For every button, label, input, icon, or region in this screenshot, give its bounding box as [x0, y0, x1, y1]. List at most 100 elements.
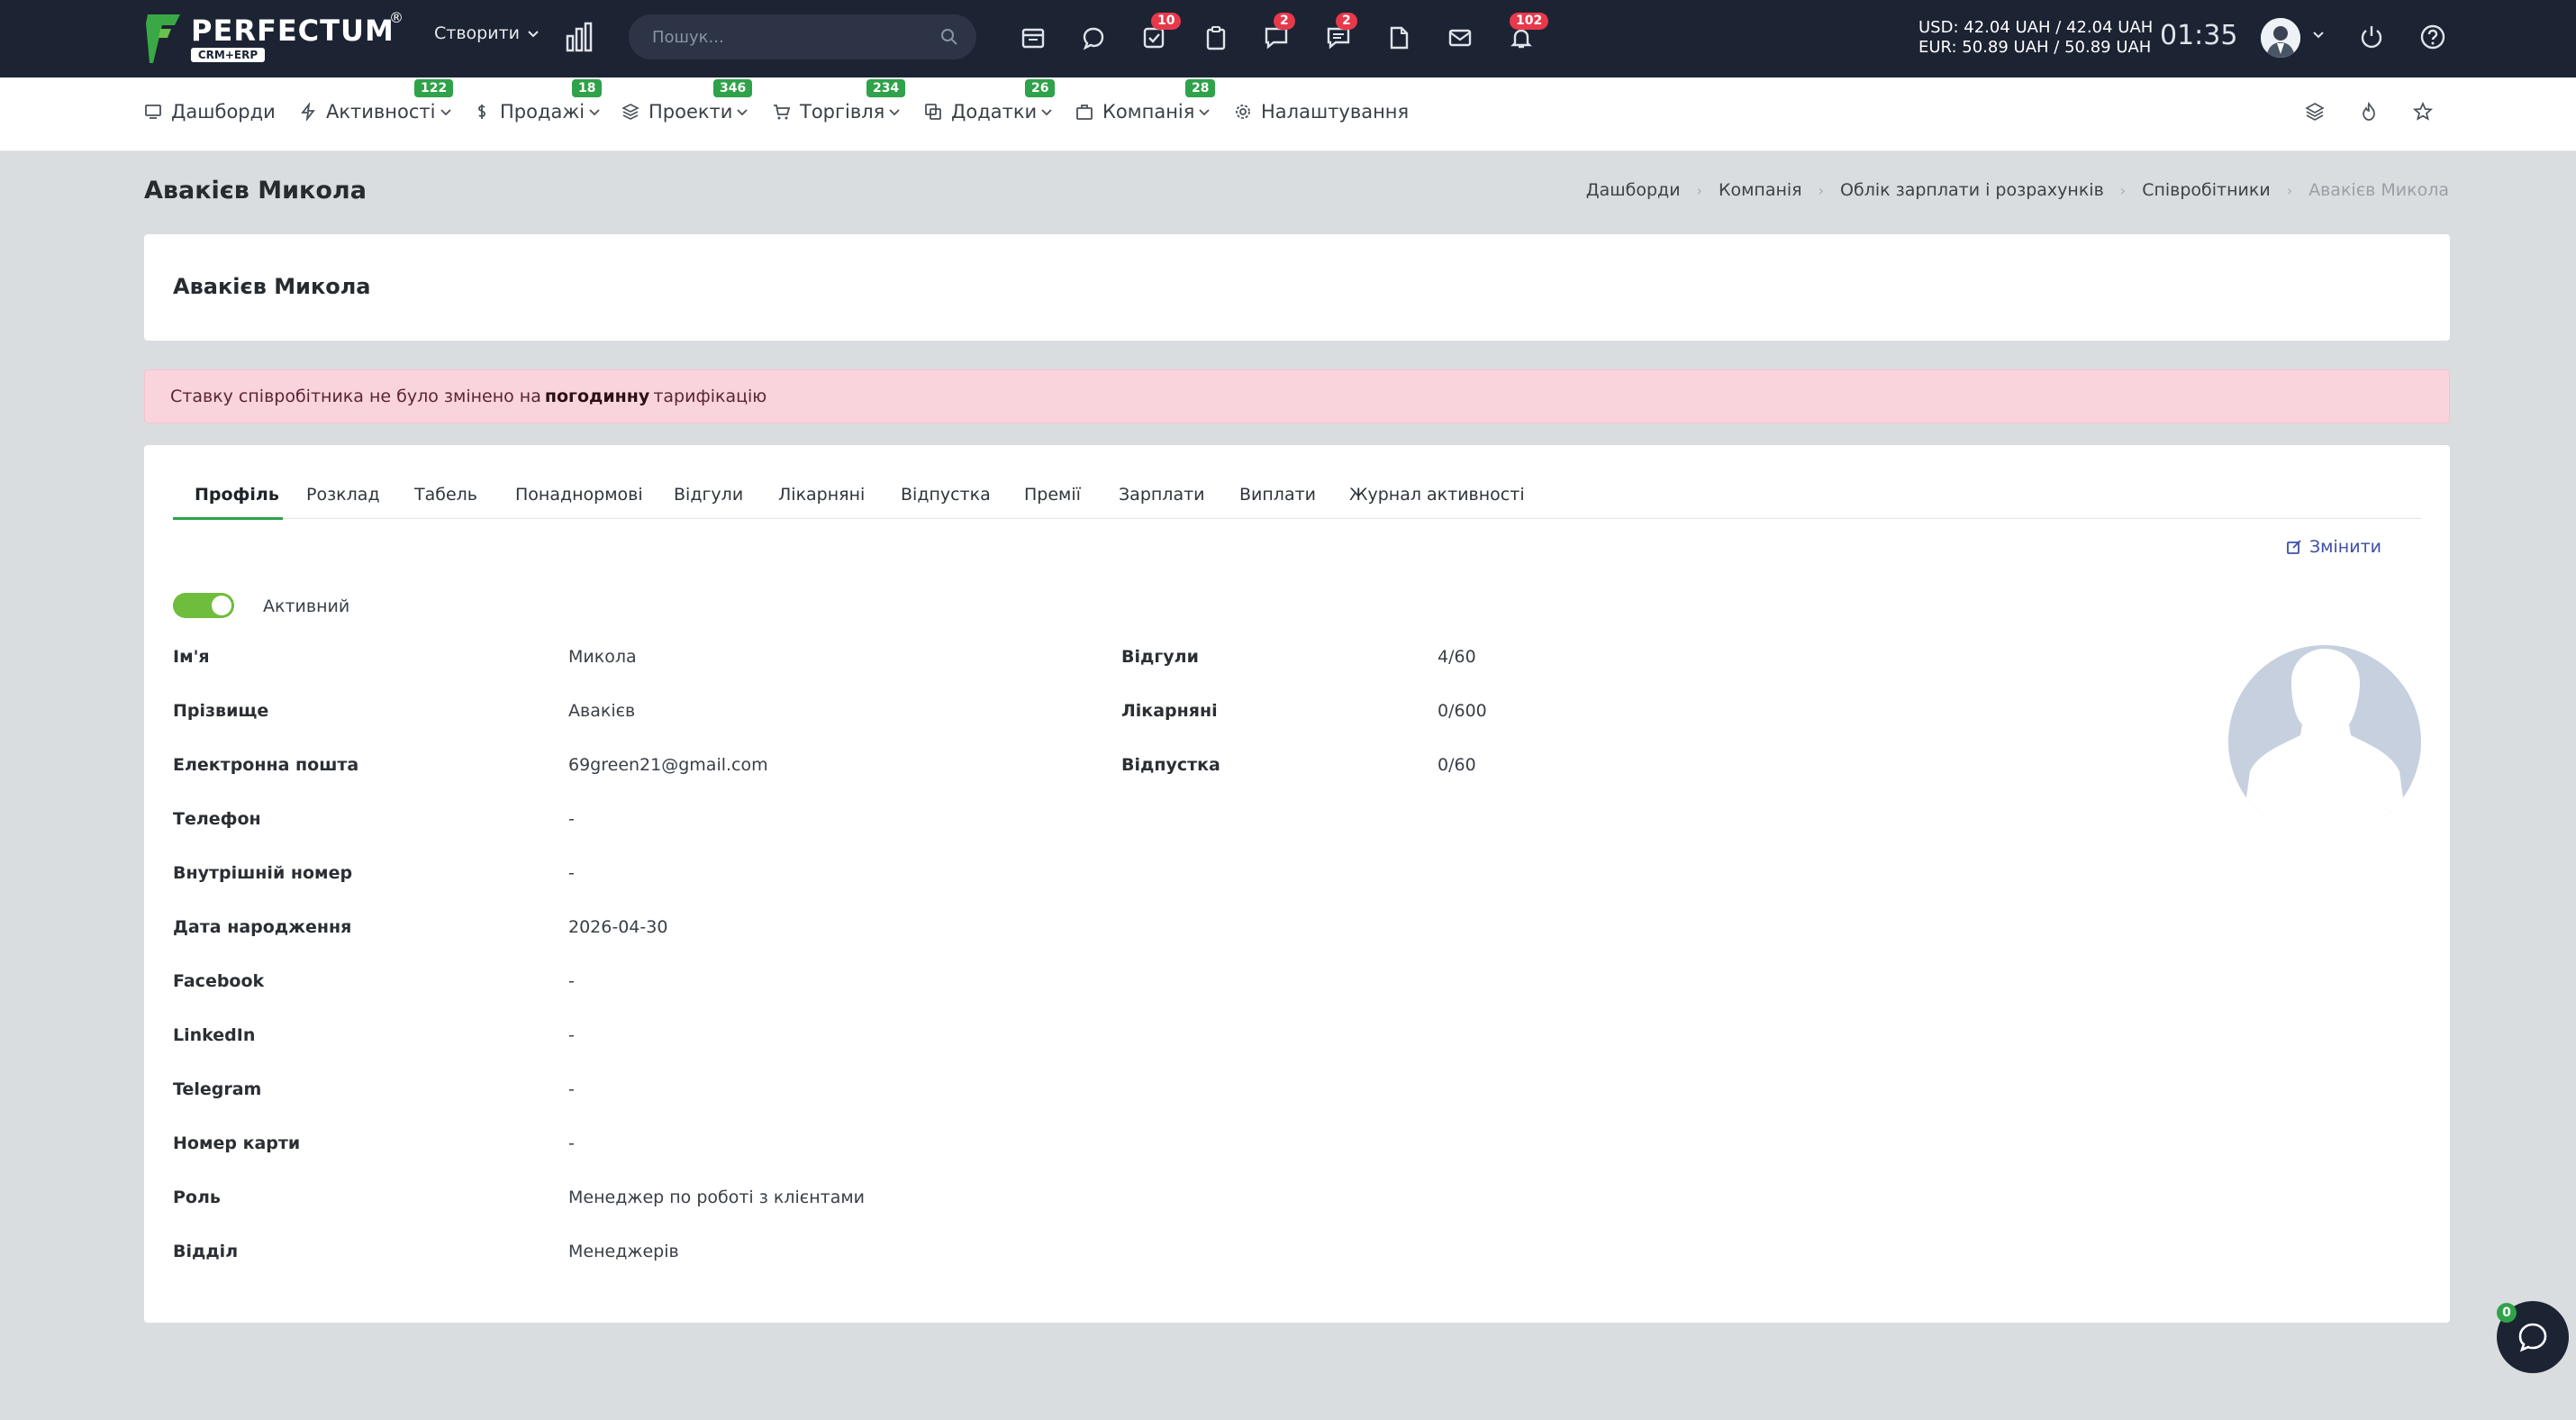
nav-item-dashboards[interactable]: Дашборди — [144, 101, 276, 123]
field-value: Микола — [568, 647, 637, 667]
nav-label: Активності — [326, 101, 436, 123]
breadcrumb-item[interactable]: Співробітники — [2142, 180, 2271, 200]
breadcrumb: Дашборди › Компанія › Облік зарплати і р… — [1586, 180, 2449, 200]
top-bar: PERFECTUM CRM+ERP ® Створити 10 2 2 — [0, 0, 2576, 77]
nav-label: Компанія — [1102, 101, 1195, 123]
field-label: Прізвище — [173, 701, 269, 721]
nav-item-addons[interactable]: Додатки 26 — [924, 79, 1056, 123]
leave-label: Відпустка — [1121, 755, 1220, 775]
bolt-icon — [301, 103, 315, 121]
flame-icon[interactable] — [2358, 101, 2380, 123]
breadcrumb-item[interactable]: Компанія — [1719, 180, 1802, 200]
mail-icon[interactable] — [1445, 22, 1475, 54]
comment-icon[interactable] — [1078, 22, 1109, 54]
bar-chart-icon[interactable] — [566, 22, 593, 52]
nav-item-trade[interactable]: Торгівля 234 — [773, 79, 906, 123]
alert-text-after: тарифікацію — [653, 387, 767, 406]
field-label: Номер карти — [173, 1133, 301, 1153]
tab-payments[interactable]: Виплати — [1239, 485, 1316, 505]
messages-icon[interactable]: 2 — [1323, 13, 1357, 54]
tab-schedule[interactable]: Розклад — [306, 485, 380, 505]
edit-label: Змінити — [2309, 537, 2381, 557]
breadcrumb-item[interactable]: Облік зарплати і розрахунків — [1840, 180, 2104, 200]
breadcrumb-item[interactable]: Дашборди — [1586, 180, 1681, 200]
edit-button[interactable]: Змінити — [2286, 537, 2381, 557]
nav-badge: 122 — [414, 79, 454, 97]
tab-timesheet[interactable]: Табель — [414, 485, 477, 505]
chevron-down-icon — [1041, 109, 1052, 116]
tab-bonuses[interactable]: Премії — [1024, 485, 1081, 505]
currency-rates: USD: 42.04 UAH / 42.04 UAH EUR: 50.89 UA… — [1918, 18, 2153, 58]
currency-usd: USD: 42.04 UAH / 42.04 UAH — [1918, 18, 2154, 37]
logo-subtitle: CRM+ERP — [191, 48, 265, 62]
help-icon[interactable] — [2419, 23, 2446, 50]
employee-header-card: Авакієв Микола — [144, 234, 2450, 341]
create-button[interactable]: Створити — [434, 23, 540, 43]
edit-icon — [2287, 540, 2301, 554]
chat-bubble-icon[interactable]: 2 — [1261, 13, 1295, 54]
power-icon[interactable] — [2358, 23, 2385, 50]
tasks-icon[interactable]: 10 — [1138, 13, 1182, 54]
tasks-badge: 10 — [1151, 13, 1182, 30]
chat-icon — [2518, 1323, 2547, 1352]
tab-sick-leave[interactable]: Лікарняні — [778, 485, 865, 505]
active-tab-indicator — [173, 517, 283, 520]
field-label: Внутрішній номер — [173, 863, 353, 883]
bell-icon[interactable]: 102 — [1506, 13, 1549, 54]
tab-salaries[interactable]: Зарплати — [1119, 485, 1205, 505]
nav-label: Додатки — [951, 101, 1038, 123]
nav-badge: 28 — [1185, 79, 1216, 97]
profile-tabs: Профіль Розклад Табель Понаднормові Відг… — [173, 478, 2421, 520]
nav-item-company[interactable]: Компанія 28 — [1075, 79, 1216, 123]
user-avatar[interactable] — [2261, 18, 2300, 58]
nav-item-activities[interactable]: Активності 122 — [299, 79, 454, 123]
tab-profile[interactable]: Профіль — [195, 485, 279, 505]
leave-value: 0/600 — [1438, 701, 1487, 721]
search-box[interactable] — [629, 14, 976, 59]
breadcrumb-separator: › — [1818, 181, 1825, 199]
nav-badge: 346 — [713, 79, 753, 97]
tab-days-off[interactable]: Відгули — [674, 485, 743, 505]
field-value: - — [568, 1133, 575, 1153]
create-label: Створити — [434, 23, 520, 43]
calendar-icon[interactable] — [1018, 22, 1048, 54]
breadcrumb-current: Авакієв Микола — [2308, 180, 2449, 200]
clock: 01:35 — [2160, 20, 2238, 51]
employee-name: Авакієв Микола — [173, 274, 371, 299]
chevron-down-icon — [589, 109, 600, 116]
breadcrumb-separator: › — [2286, 181, 2293, 199]
active-toggle[interactable] — [173, 593, 234, 618]
search-icon[interactable] — [940, 28, 958, 46]
nav-item-projects[interactable]: Проекти 346 — [621, 79, 753, 123]
clipboard-icon[interactable] — [1201, 22, 1231, 54]
cart-icon — [774, 105, 791, 120]
messages-badge: 2 — [1336, 13, 1357, 30]
nav-item-sales[interactable]: Продажі 18 — [473, 79, 603, 123]
tab-overtime[interactable]: Понаднормові — [515, 485, 643, 505]
chevron-down-icon[interactable] — [2311, 27, 2326, 41]
field-value: - — [568, 971, 575, 991]
layers-icon[interactable] — [2304, 101, 2326, 123]
field-label: Facebook — [173, 971, 265, 991]
chat-badge: 2 — [1274, 13, 1295, 30]
tab-vacation[interactable]: Відпустка — [901, 485, 991, 505]
chevron-down-icon — [889, 109, 900, 116]
star-icon[interactable] — [2412, 101, 2434, 123]
perfectum-logo[interactable]: PERFECTUM CRM+ERP ® — [144, 9, 405, 67]
leave-label: Відгули — [1121, 647, 1199, 667]
briefcase-icon — [1076, 105, 1093, 120]
gear-icon — [1236, 105, 1250, 119]
breadcrumb-separator: › — [1696, 181, 1702, 199]
user-silhouette-icon — [2228, 645, 2421, 816]
field-label: Дата народження — [173, 917, 352, 937]
field-label: Роль — [173, 1188, 221, 1207]
field-value: - — [568, 1079, 575, 1099]
active-toggle-label: Активний — [263, 596, 350, 616]
search-input[interactable] — [629, 27, 917, 47]
alert-text-bold: погодинну — [544, 387, 650, 406]
document-icon[interactable] — [1383, 22, 1414, 54]
profile-photo-placeholder — [2228, 645, 2421, 816]
tab-activity-log[interactable]: Журнал активності — [1349, 485, 1525, 505]
nav-item-settings[interactable]: Налаштування — [1234, 101, 1409, 123]
chat-widget-badge: 0 — [2497, 1303, 2517, 1323]
